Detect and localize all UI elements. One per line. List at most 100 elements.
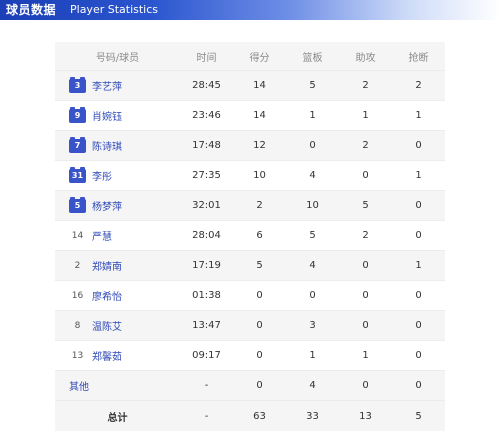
jersey-icon: 7 — [69, 136, 86, 153]
steals-cell: 2 — [392, 70, 445, 101]
steals-cell: 0 — [392, 220, 445, 251]
points-cell: 0 — [233, 340, 286, 371]
player-name-link[interactable]: 李艺萍 — [92, 78, 122, 93]
points-cell: 2 — [233, 190, 286, 221]
player-name-link[interactable]: 郑馨茹 — [92, 348, 122, 363]
points-cell: 14 — [233, 70, 286, 101]
jersey-icon: 9 — [69, 106, 86, 123]
player-name-link[interactable]: 严慧 — [92, 228, 112, 243]
points-cell: 0 — [233, 280, 286, 311]
player-stats-table: 号码/球员 时间 得分 篮板 助攻 抢断 3 李艺萍 28:45 14 5 2 2… — [55, 42, 445, 431]
player-cell: 16 廖希怡 — [55, 280, 180, 311]
jersey-number: 13 — [71, 350, 84, 361]
column-header-points: 得分 — [233, 42, 286, 71]
player-name-link[interactable]: 肖婉钰 — [92, 108, 122, 123]
assists-cell: 13 — [339, 400, 392, 431]
rebounds-cell: 3 — [286, 310, 339, 341]
column-header-assists: 助攻 — [339, 42, 392, 71]
player-name-link[interactable]: 李彤 — [92, 168, 112, 183]
steals-cell: 1 — [392, 250, 445, 281]
totals-label: 总计 — [55, 400, 180, 431]
table-header-row: 号码/球员 时间 得分 篮板 助攻 抢断 — [55, 42, 445, 71]
time-cell: - — [180, 370, 233, 401]
rebounds-cell: 33 — [286, 400, 339, 431]
player-name-link[interactable]: 郑婧南 — [92, 258, 122, 273]
points-cell: 63 — [233, 400, 286, 431]
points-cell: 14 — [233, 100, 286, 131]
steals-cell: 1 — [392, 160, 445, 191]
player-cell: 7 陈诗琪 — [55, 130, 180, 161]
title-bar: 球员数据 Player Statistics — [0, 0, 500, 20]
table-row: 2 郑婧南 17:19 5 4 0 1 — [55, 250, 445, 281]
column-header-steals: 抢断 — [392, 42, 445, 71]
player-name-link[interactable]: 杨梦萍 — [92, 198, 122, 213]
time-cell: 27:35 — [180, 160, 233, 191]
points-cell: 5 — [233, 250, 286, 281]
points-cell: 0 — [233, 310, 286, 341]
time-cell: 17:48 — [180, 130, 233, 161]
others-label: 其他 — [69, 382, 89, 393]
rebounds-cell: 5 — [286, 70, 339, 101]
points-cell: 12 — [233, 130, 286, 161]
jersey-icon: 31 — [69, 166, 86, 183]
table-row: 9 肖婉钰 23:46 14 1 1 1 — [55, 100, 445, 131]
jersey-number: 14 — [71, 230, 84, 241]
player-cell: 8 温陈艾 — [55, 310, 180, 341]
jersey-number: 16 — [71, 290, 84, 301]
time-cell: 28:04 — [180, 220, 233, 251]
player-cell: 13 郑馨茹 — [55, 340, 180, 371]
assists-cell: 5 — [339, 190, 392, 221]
player-cell: 5 杨梦萍 — [55, 190, 180, 221]
others-row: 其他 - 0 4 0 0 — [55, 370, 445, 401]
assists-cell: 0 — [339, 160, 392, 191]
player-name-link[interactable]: 温陈艾 — [92, 318, 122, 333]
player-name-link[interactable]: 陈诗琪 — [92, 138, 122, 153]
steals-cell: 0 — [392, 310, 445, 341]
points-cell: 6 — [233, 220, 286, 251]
table-row: 16 廖希怡 01:38 0 0 0 0 — [55, 280, 445, 311]
points-cell: 10 — [233, 160, 286, 191]
rebounds-cell: 0 — [286, 280, 339, 311]
others-cell: 其他 — [55, 370, 180, 401]
steals-cell: 0 — [392, 190, 445, 221]
rebounds-cell: 4 — [286, 160, 339, 191]
assists-cell: 0 — [339, 310, 392, 341]
column-header-time: 时间 — [180, 42, 233, 71]
steals-cell: 0 — [392, 280, 445, 311]
rebounds-cell: 1 — [286, 340, 339, 371]
assists-cell: 1 — [339, 100, 392, 131]
jersey-icon: 3 — [69, 76, 86, 93]
rebounds-cell: 5 — [286, 220, 339, 251]
rebounds-cell: 4 — [286, 370, 339, 401]
rebounds-cell: 1 — [286, 100, 339, 131]
table-row: 3 李艺萍 28:45 14 5 2 2 — [55, 70, 445, 101]
player-cell: 31 李彤 — [55, 160, 180, 191]
assists-cell: 0 — [339, 370, 392, 401]
points-cell: 0 — [233, 370, 286, 401]
time-cell: 17:19 — [180, 250, 233, 281]
player-cell: 9 肖婉钰 — [55, 100, 180, 131]
column-header-player: 号码/球员 — [55, 42, 180, 71]
column-header-rebounds: 篮板 — [286, 42, 339, 71]
assists-cell: 2 — [339, 220, 392, 251]
assists-cell: 2 — [339, 130, 392, 161]
steals-cell: 5 — [392, 400, 445, 431]
table-row: 13 郑馨茹 09:17 0 1 1 0 — [55, 340, 445, 371]
steals-cell: 0 — [392, 370, 445, 401]
table-row: 8 温陈艾 13:47 0 3 0 0 — [55, 310, 445, 341]
page-title: 球员数据 — [6, 3, 57, 17]
time-cell: 23:46 — [180, 100, 233, 131]
player-name-link[interactable]: 廖希怡 — [92, 288, 122, 303]
rebounds-cell: 0 — [286, 130, 339, 161]
player-cell: 3 李艺萍 — [55, 70, 180, 101]
time-cell: 01:38 — [180, 280, 233, 311]
player-cell: 2 郑婧南 — [55, 250, 180, 281]
table-row: 7 陈诗琪 17:48 12 0 2 0 — [55, 130, 445, 161]
player-cell: 14 严慧 — [55, 220, 180, 251]
totals-row: 总计 - 63 33 13 5 — [55, 400, 445, 431]
steals-cell: 0 — [392, 340, 445, 371]
assists-cell: 1 — [339, 340, 392, 371]
assists-cell: 0 — [339, 280, 392, 311]
rebounds-cell: 4 — [286, 250, 339, 281]
page-subtitle: Player Statistics — [70, 3, 159, 16]
